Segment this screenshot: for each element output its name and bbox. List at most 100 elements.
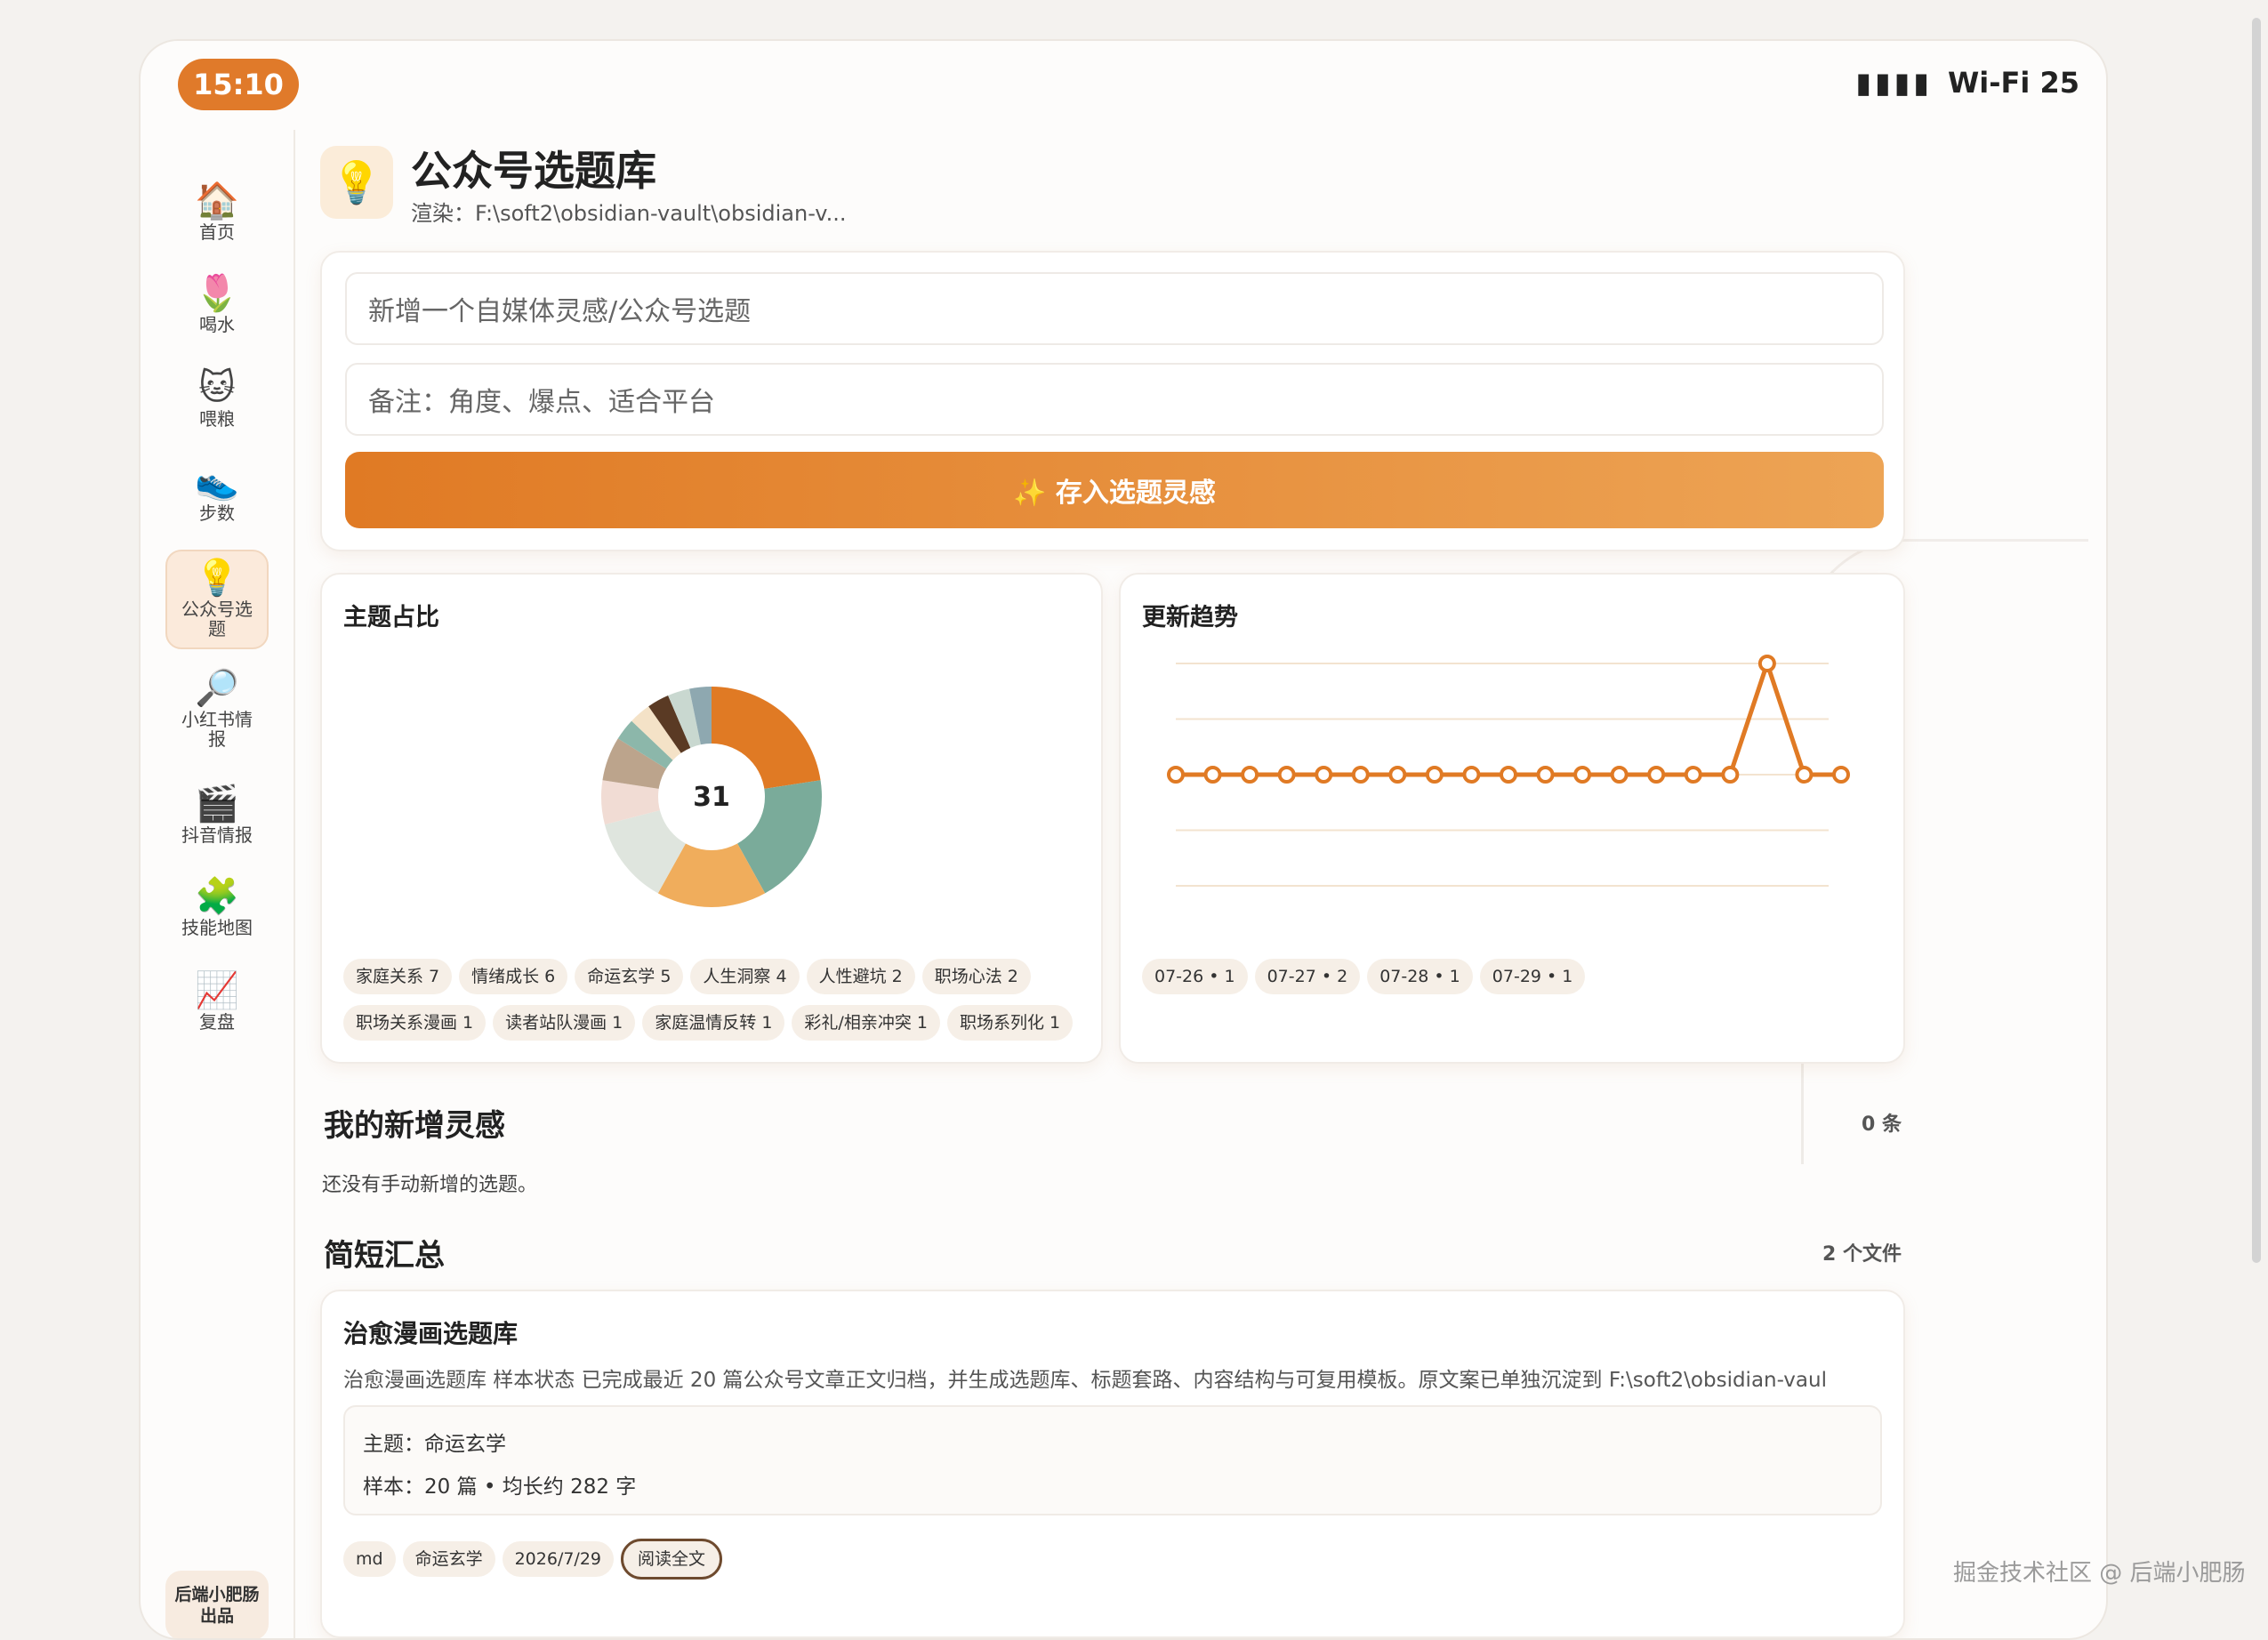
summary-count: 2 个文件 (1822, 1243, 1902, 1266)
read-all-button[interactable]: 阅读全文 (621, 1539, 723, 1580)
sidebar-item-label: 复盘 (199, 1011, 235, 1033)
summary-file-card: 治愈漫画选题库 治愈漫画选题库 样本状态 已完成最近 20 篇公众号文章正文归档… (320, 1290, 1905, 1638)
topic-pie-chart: 31 (600, 687, 822, 907)
my-ideas-title: 我的新增灵感 (324, 1108, 505, 1144)
signal-icon: ▮▮▮▮ (1855, 66, 1933, 100)
lightbulb-icon: 💡 (195, 558, 239, 599)
page-title: 公众号选题库 (411, 147, 656, 195)
trend-date-tag[interactable]: 07-27 • 2 (1254, 959, 1361, 994)
sidebar-item-water[interactable]: 🌷 喝水 (165, 272, 269, 334)
trend-date-tag[interactable]: 07-26 • 1 (1142, 959, 1248, 994)
scrollbar[interactable] (2252, 18, 2261, 1263)
page-subtitle: 渲染：F:\soft2\obsidian-vault\obsidian-v... (411, 201, 847, 226)
topic-tag[interactable]: 命运玄学 5 (575, 959, 684, 994)
sidebar-item-douyin[interactable]: 🎬 抖音情报 (165, 783, 269, 845)
update-trend-card: 更新趋势 07-26 • 1 07-27 • 2 07-28 • 1 07-29 • … (1119, 573, 1905, 1064)
sidebar-item-steps[interactable]: 👟 步数 (165, 461, 269, 523)
sidebar-item-label: 抖音情报 (181, 824, 253, 846)
topic-tag[interactable]: 职场心法 2 (921, 959, 1031, 994)
trend-date-tag[interactable]: 07-28 • 1 (1367, 959, 1473, 994)
clapper-icon: 🎬 (195, 784, 239, 824)
sneaker-icon: 👟 (195, 462, 239, 502)
sidebar-item-feed[interactable]: 🐱 喂粮 (165, 366, 269, 429)
status-time: 15:10 (178, 59, 299, 110)
trend-point-12 (1610, 766, 1629, 784)
summary-meta-box: 主题：命运玄学 样本：20 篇 • 均长约 282 字 (343, 1405, 1882, 1515)
topic-tag[interactable]: 职场系列化 1 (946, 1005, 1074, 1041)
trend-point-18 (1832, 766, 1850, 784)
trend-point-3 (1277, 766, 1296, 784)
puzzle-icon: 🧩 (195, 876, 239, 917)
house-icon: 🏠 (195, 181, 239, 221)
trend-point-11 (1573, 766, 1592, 784)
sidebar-item-xiaohongshu[interactable]: 🔎 小红书情报 (165, 667, 269, 749)
trend-point-0 (1167, 766, 1185, 784)
trend-date-tags: 07-26 • 1 07-27 • 2 07-28 • 1 07-29 • 1 (1142, 959, 1592, 1005)
file-type-tag: md (343, 1541, 396, 1577)
summary-theme: 主题：命运玄学 (363, 1433, 506, 1456)
update-trend-chart (1167, 655, 1850, 887)
footer-badge: 后端小肥肠出品 (165, 1571, 269, 1638)
summary-file-title: 治愈漫画选题库 (343, 1319, 519, 1348)
magnifier-icon: 🔎 (195, 668, 239, 709)
trend-point-1 (1203, 766, 1222, 784)
topic-tag[interactable]: 职场关系漫画 1 (343, 1005, 487, 1041)
trend-point-2 (1241, 766, 1259, 784)
trend-point-4 (1315, 766, 1333, 784)
sidebar-item-review[interactable]: 📈 复盘 (165, 969, 269, 1032)
summary-sample: 样本：20 篇 • 均长约 282 字 (363, 1475, 637, 1499)
trend-point-6 (1388, 766, 1407, 784)
update-trend-title: 更新趋势 (1142, 604, 1238, 631)
wifi-label: Wi-Fi 25 (1947, 66, 2079, 100)
sidebar: 🏠 首页 🌷 喝水 🐱 喂粮 👟 步数 💡 公众号选题 🔎 小红书情报 🎬 抖音… (141, 130, 295, 1638)
file-date-tag: 2026/7/29 (502, 1541, 615, 1577)
topic-title-input[interactable]: 新增一个自媒体灵感/公众号选题 (345, 272, 1884, 345)
trend-point-10 (1536, 766, 1555, 784)
file-theme-tag: 命运玄学 (402, 1541, 495, 1577)
topic-tag[interactable]: 家庭关系 7 (343, 959, 453, 994)
topic-share-title: 主题占比 (343, 604, 439, 631)
tulip-icon: 🌷 (195, 273, 239, 314)
chart-icon: 📈 (195, 970, 239, 1011)
topic-tag[interactable]: 家庭温情反转 1 (642, 1005, 785, 1041)
summary-file-desc: 治愈漫画选题库 样本状态 已完成最近 20 篇公众号文章正文归档，并生成选题库、… (343, 1369, 1827, 1392)
sidebar-item-skill-map[interactable]: 🧩 技能地图 (165, 875, 269, 937)
pie-center-label: 31 (693, 782, 730, 813)
topic-share-card: 主题占比 31 家庭关系 7 情绪成长 6 命运玄学 5 人生洞察 4 人性避坑 2 职场… (320, 573, 1103, 1064)
trend-point-15 (1721, 766, 1740, 784)
topic-tag[interactable]: 人生洞察 4 (690, 959, 800, 994)
topic-note-input[interactable]: 备注：角度、爆点、适合平台 (345, 363, 1884, 436)
trend-point-7 (1425, 766, 1444, 784)
topic-tag[interactable]: 彩礼/相亲冲突 1 (792, 1005, 940, 1041)
device-frame: 15:10 ▮▮▮▮ Wi-Fi 25 🏠 首页 🌷 喝水 🐱 喂粮 👟 步数 … (139, 39, 2108, 1640)
watermark: 掘金技术社区 @ 后端小肥肠 (1953, 1560, 2246, 1587)
trend-point-13 (1647, 766, 1666, 784)
sidebar-item-label: 公众号选题 (181, 599, 253, 639)
sidebar-item-label: 喂粮 (199, 408, 235, 430)
trend-point-8 (1462, 766, 1481, 784)
trend-point-9 (1500, 766, 1517, 784)
status-bar: ▮▮▮▮ Wi-Fi 25 (1855, 66, 2079, 100)
summary-title: 简短汇总 (324, 1238, 445, 1274)
trend-point-16 (1757, 655, 1776, 672)
trend-point-14 (1684, 766, 1702, 784)
sidebar-item-label: 小红书情报 (181, 709, 253, 750)
sidebar-item-label: 步数 (199, 502, 235, 524)
lightbulb-icon: 💡 (320, 146, 393, 219)
sidebar-item-label: 首页 (199, 221, 235, 243)
sidebar-item-label: 喝水 (199, 314, 235, 335)
save-topic-button[interactable]: ✨ 存入选题灵感 (345, 452, 1884, 528)
summary-tags: md 命运玄学 2026/7/29 阅读全文 (343, 1539, 723, 1588)
topic-tag[interactable]: 人性避坑 2 (806, 959, 915, 994)
sidebar-item-wechat-topics[interactable]: 💡 公众号选题 (165, 550, 269, 649)
trend-point-17 (1795, 766, 1814, 784)
new-topic-form: 新增一个自媒体灵感/公众号选题 备注：角度、爆点、适合平台 ✨ 存入选题灵感 (320, 251, 1905, 551)
cat-icon: 🐱 (198, 367, 236, 408)
sidebar-item-home[interactable]: 🏠 首页 (165, 180, 269, 242)
topic-tag[interactable]: 读者站队漫画 1 (493, 1005, 636, 1041)
sidebar-item-label: 技能地图 (181, 917, 253, 938)
trend-date-tag[interactable]: 07-29 • 1 (1479, 959, 1586, 994)
my-ideas-count: 0 条 (1862, 1113, 1902, 1136)
my-ideas-empty: 还没有手动新增的选题。 (322, 1174, 538, 1196)
topic-tag[interactable]: 情绪成长 6 (459, 959, 568, 994)
